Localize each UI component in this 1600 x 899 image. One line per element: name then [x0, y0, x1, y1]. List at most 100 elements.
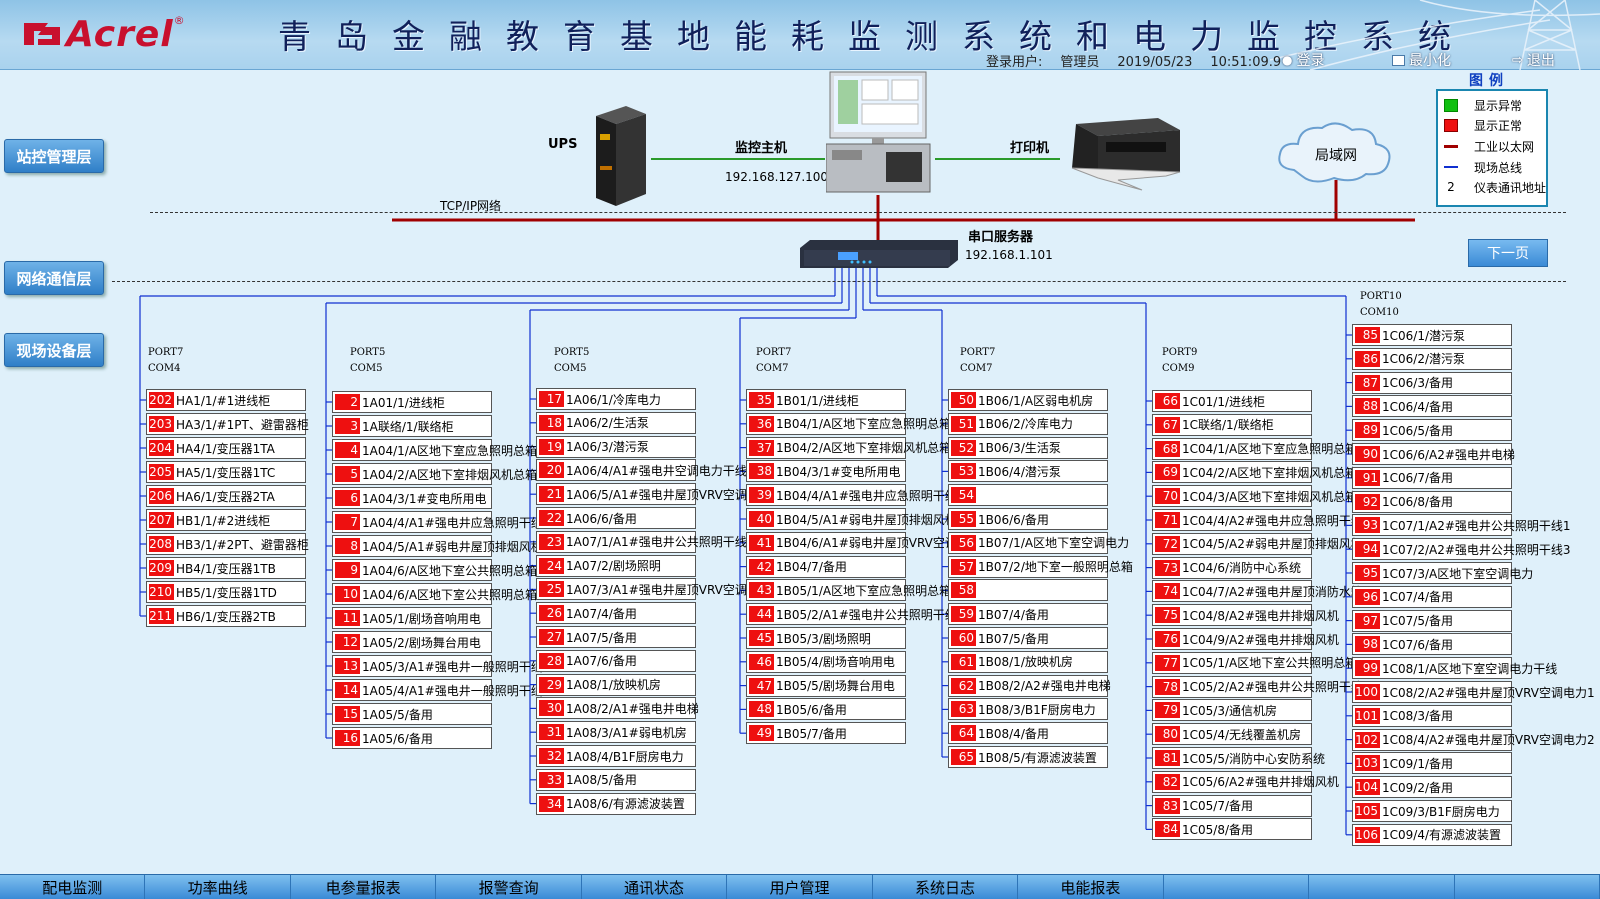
device-meter[interactable]: 79 1C05/3/通信机房 — [1152, 699, 1312, 722]
device-meter[interactable]: 204 HA4/1/变压器1TA — [146, 437, 306, 459]
device-meter[interactable]: 70 1C04/3/A区地下室排烟风机总箱 — [1152, 485, 1357, 508]
device-meter[interactable]: 65 1B08/5/有源滤波装置 — [948, 746, 1108, 768]
device-meter[interactable]: 5 1A04/2/A区地下室排烟风机总箱 — [332, 463, 537, 485]
device-meter[interactable]: 63 1B08/3/B1F厨房电力 — [948, 698, 1108, 721]
device-meter[interactable]: 21 1A06/5/A1#强电井屋顶VRV空调电 — [536, 483, 759, 506]
device-meter[interactable]: 203 HA3/1/#1PT、避雷器柜 — [146, 413, 309, 435]
device-meter[interactable]: 30 1A08/2/A1#强电井电梯 — [536, 697, 699, 720]
device-meter[interactable]: 15 1A05/5/备用 — [332, 703, 492, 725]
nav-item[interactable]: 报警查询 — [436, 875, 582, 899]
device-meter[interactable]: 205 HA5/1/变压器1TC — [146, 461, 306, 483]
device-meter[interactable]: 86 1C06/2/潜污泵 — [1352, 347, 1512, 370]
device-meter[interactable]: 99 1C08/1/A区地下室空调电力干线 — [1352, 657, 1557, 680]
device-meter[interactable]: 19 1A06/3/潜污泵 — [536, 435, 696, 458]
device-meter[interactable]: 76 1C04/9/A2#强电井排烟风机 — [1152, 628, 1339, 650]
device-meter[interactable]: 64 1B08/4/备用 — [948, 722, 1108, 745]
device-meter[interactable]: 38 1B04/3/1#变电所用电 — [746, 460, 906, 483]
device-meter[interactable]: 31 1A08/3/A1#弱电机房 — [536, 721, 696, 744]
device-meter[interactable]: 25 1A07/3/A1#强电井屋顶VRV空调电力 — [536, 578, 771, 601]
device-meter[interactable]: 37 1B04/2/A区地下室排烟风机总箱 — [746, 436, 951, 459]
nav-item[interactable]: 通讯状态 — [582, 875, 728, 899]
device-meter[interactable]: 57 1B07/2/地下室一般照明总箱 — [948, 555, 1133, 578]
device-meter[interactable]: 14 1A05/4/A1#强电井一般照明干线 — [332, 679, 543, 701]
device-meter[interactable]: 7 1A04/4/A1#强电井应急照明干线 — [332, 511, 543, 533]
device-meter[interactable]: 69 1C04/2/A区地下室排烟风机总箱 — [1152, 461, 1357, 484]
device-meter[interactable]: 208 HB3/1/#2PT、避雷器柜 — [146, 533, 309, 555]
device-meter[interactable]: 84 1C05/8/备用 — [1152, 818, 1312, 841]
device-meter[interactable]: 6 1A04/3/1#变电所用电 — [332, 487, 492, 509]
device-meter[interactable]: 17 1A06/1/冷库电力 — [536, 388, 696, 410]
device-meter[interactable]: 26 1A07/4/备用 — [536, 602, 696, 625]
device-meter[interactable]: 47 1B05/5/剧场舞台用电 — [746, 674, 906, 697]
device-meter[interactable]: 88 1C06/4/备用 — [1352, 395, 1512, 418]
device-meter[interactable]: 102 1C08/4/A2#强电井屋顶VRV空调电力2 — [1352, 728, 1595, 751]
device-meter[interactable]: 3 1A联络/1/联络柜 — [332, 415, 492, 437]
nav-item[interactable]: 用户管理 — [727, 875, 873, 899]
device-meter[interactable]: 32 1A08/4/B1F厨房电力 — [536, 745, 696, 767]
device-meter[interactable]: 59 1B07/4/备用 — [948, 603, 1108, 626]
device-meter[interactable]: 27 1A07/5/备用 — [536, 626, 696, 648]
device-meter[interactable]: 101 1C08/3/备用 — [1352, 704, 1512, 727]
device-meter[interactable]: 55 1B06/6/备用 — [948, 508, 1108, 530]
device-meter[interactable]: 207 HB1/1/#2进线柜 — [146, 509, 306, 531]
nav-item[interactable]: 电参量报表 — [291, 875, 437, 899]
device-meter[interactable]: 11 1A05/1/剧场音响用电 — [332, 607, 492, 629]
device-meter[interactable]: 104 1C09/2/备用 — [1352, 776, 1512, 799]
device-meter[interactable]: 210 HB5/1/变压器1TD — [146, 581, 306, 603]
device-meter[interactable]: 91 1C06/7/备用 — [1352, 466, 1512, 489]
nav-item[interactable]: 功率曲线 — [145, 875, 291, 899]
device-meter[interactable]: 67 1C联络/1/联络柜 — [1152, 413, 1312, 436]
device-meter[interactable]: 82 1C05/6/A2#强电井排烟风机 — [1152, 770, 1339, 793]
nav-item[interactable]: 电能报表 — [1018, 875, 1164, 899]
device-meter[interactable]: 52 1B06/3/生活泵 — [948, 436, 1108, 459]
field-layer-button[interactable]: 现场设备层 — [4, 333, 104, 367]
device-meter[interactable]: 33 1A08/5/备用 — [536, 768, 696, 791]
device-meter[interactable]: 48 1B05/6/备用 — [746, 698, 906, 721]
device-meter[interactable]: 22 1A06/6/备用 — [536, 507, 696, 529]
device-meter[interactable]: 34 1A08/6/有源滤波装置 — [536, 792, 696, 815]
device-meter[interactable]: 94 1C07/2/A2#强电井公共照明干线3 — [1352, 538, 1571, 561]
device-meter[interactable]: 20 1A06/4/A1#强电井空调电力干线 — [536, 459, 747, 482]
device-meter[interactable]: 41 1B04/6/A1#弱电井屋顶VRV空调电 — [746, 531, 969, 554]
device-meter[interactable]: 211 HB6/1/变压器2TB — [146, 605, 306, 627]
device-meter[interactable]: 43 1B05/1/A区地下室应急照明总箱 — [746, 579, 951, 602]
device-meter[interactable]: 39 1B04/4/A1#强电井应急照明干线 — [746, 484, 957, 507]
device-meter[interactable]: 100 1C08/2/A2#强电井屋顶VRV空调电力1 — [1352, 681, 1595, 703]
device-meter[interactable]: 96 1C07/4/备用 — [1352, 585, 1512, 608]
device-meter[interactable]: 103 1C09/1/备用 — [1352, 752, 1512, 775]
device-meter[interactable]: 66 1C01/1/进线柜 — [1152, 390, 1312, 412]
device-meter[interactable]: 49 1B05/7/备用 — [746, 722, 906, 745]
device-meter[interactable]: 80 1C05/4/无线覆盖机房 — [1152, 723, 1312, 746]
device-meter[interactable]: 44 1B05/2/A1#强电井公共照明干线 — [746, 603, 957, 626]
device-meter[interactable]: 78 1C05/2/A2#强电井公共照明干线 — [1152, 675, 1363, 698]
device-meter[interactable]: 68 1C04/1/A区地下室应急照明总箱 — [1152, 437, 1357, 460]
device-meter[interactable]: 209 HB4/1/变压器1TB — [146, 557, 306, 579]
device-meter[interactable]: 75 1C04/8/A2#强电井排烟风机 — [1152, 604, 1339, 627]
device-meter[interactable]: 72 1C04/5/A2#弱电井屋顶排烟风机 — [1152, 532, 1363, 555]
device-meter[interactable]: 89 1C06/5/备用 — [1352, 419, 1512, 442]
device-meter[interactable]: 60 1B07/5/备用 — [948, 627, 1108, 649]
device-meter[interactable]: 90 1C06/6/A2#强电井电梯 — [1352, 443, 1515, 465]
device-meter[interactable]: 56 1B07/1/A区地下室空调电力 — [948, 531, 1129, 554]
device-meter[interactable]: 105 1C09/3/B1F厨房电力 — [1352, 800, 1512, 822]
device-meter[interactable]: 51 1B06/2/冷库电力 — [948, 412, 1108, 435]
network-layer-button[interactable]: 网络通信层 — [4, 261, 104, 295]
device-meter[interactable]: 8 1A04/5/A1#弱电井屋顶排烟风机 — [332, 535, 543, 557]
device-meter[interactable]: 4 1A04/1/A区地下室应急照明总箱 — [332, 439, 537, 461]
device-meter[interactable]: 35 1B01/1/进线柜 — [746, 389, 906, 411]
device-meter[interactable]: 93 1C07/1/A2#强电井公共照明干线1 — [1352, 514, 1571, 537]
device-meter[interactable]: 77 1C05/1/A区地下室公共照明总箱 — [1152, 651, 1357, 674]
device-meter[interactable]: 18 1A06/2/生活泵 — [536, 411, 696, 434]
device-meter[interactable]: 13 1A05/3/A1#强电井一般照明干线 — [332, 655, 543, 677]
nav-item[interactable]: 系统日志 — [873, 875, 1019, 899]
device-meter[interactable]: 87 1C06/3/备用 — [1352, 371, 1512, 394]
device-meter[interactable]: 24 1A07/2/剧场照明 — [536, 554, 696, 577]
device-meter[interactable]: 54 — [948, 484, 1108, 507]
device-meter[interactable]: 45 1B05/3/剧场照明 — [746, 627, 906, 649]
device-meter[interactable]: 106 1C09/4/有源滤波装置 — [1352, 823, 1512, 846]
device-meter[interactable]: 62 1B08/2/A2#强电井电梯 — [948, 674, 1111, 697]
device-meter[interactable]: 36 1B04/1/A区地下室应急照明总箱 — [746, 412, 951, 435]
next-page-button[interactable]: 下一页 — [1468, 239, 1548, 267]
device-meter[interactable]: 202 HA1/1/#1进线柜 — [146, 389, 306, 411]
device-meter[interactable]: 16 1A05/6/备用 — [332, 727, 492, 749]
